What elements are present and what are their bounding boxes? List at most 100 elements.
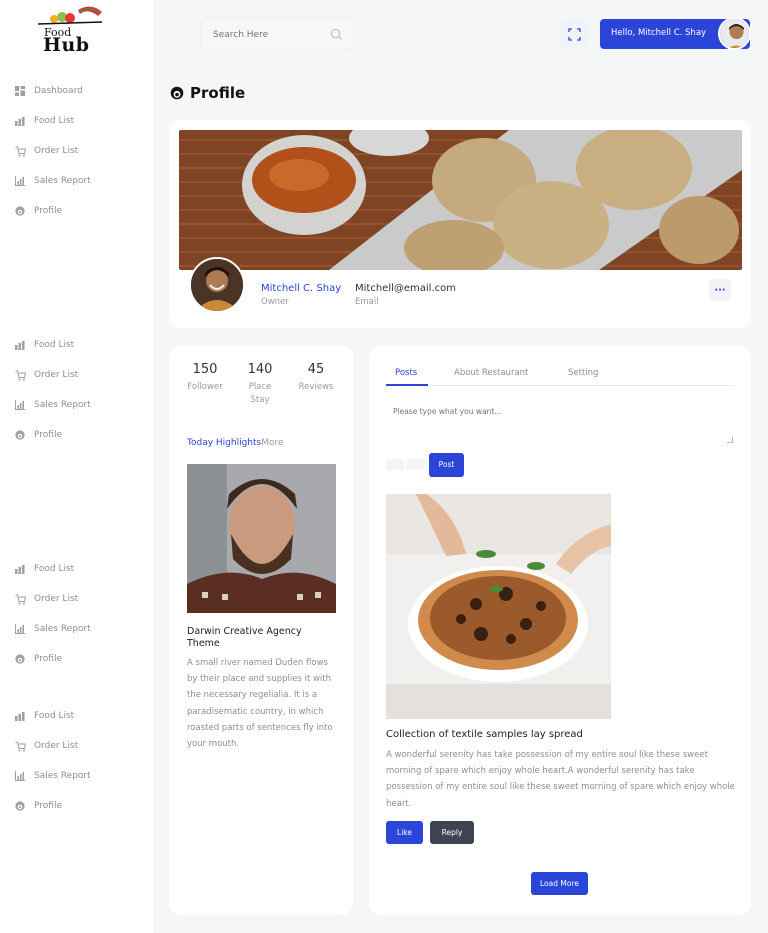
highlights-header: Today HighlightsMore (187, 438, 284, 448)
sidebar-item-order-list[interactable]: Order List (0, 360, 153, 390)
chart-icon (14, 623, 26, 635)
post-button[interactable]: Post (429, 453, 464, 477)
sidebar-item-label: Dashboard (34, 86, 83, 96)
sidebar-item-sales-report[interactable]: Sales Report (0, 390, 153, 420)
cart-icon (14, 593, 26, 605)
sidebar-item-profile[interactable]: Profile (0, 644, 153, 674)
bar-chart-icon (14, 710, 26, 722)
sidebar-item-order-list[interactable]: Order List (0, 731, 153, 761)
tab-setting[interactable]: Setting (568, 368, 598, 378)
profile-avatar[interactable] (189, 257, 245, 313)
sidebar-item-label: Profile (34, 430, 62, 440)
sidebar-item-food-list[interactable]: Food List (0, 330, 153, 360)
sidebar-item-label: Order List (34, 146, 79, 156)
stat-label: Reviews (298, 382, 334, 392)
sidebar-item-label: Order List (34, 741, 79, 751)
sidebar-item-order-list[interactable]: Order List (0, 136, 153, 166)
expand-icon (567, 27, 581, 41)
bar-chart-icon (14, 563, 26, 575)
sidebar-item-sales-report[interactable]: Sales Report (0, 166, 153, 196)
composer-option[interactable] (407, 459, 425, 470)
sidebar-item-label: Sales Report (34, 624, 91, 634)
stat-value: 150 (192, 362, 218, 377)
stat-place-stay: 140 Place Stay (240, 362, 280, 407)
active-tab-indicator (386, 384, 428, 386)
fullscreen-button[interactable] (559, 19, 589, 49)
sidebar-item-food-list[interactable]: Food List (0, 554, 153, 584)
highlight-heading: Darwin Creative Agency Theme (187, 626, 302, 649)
stat-label: Place Stay (248, 382, 272, 405)
search-input[interactable] (213, 27, 323, 43)
cart-icon (14, 145, 26, 157)
sidebar-item-label: Order List (34, 370, 79, 380)
stat-reviews: 45 Reviews (293, 362, 339, 394)
profile-name[interactable]: Mitchell C. Shay (261, 283, 341, 294)
bar-chart-icon (14, 115, 26, 127)
cover-image (179, 130, 742, 270)
profile-email: Mitchell@email.com (355, 283, 456, 294)
user-menu-button[interactable]: Hello, Mitchell C. Shay (600, 17, 751, 50)
highlights-more-link[interactable]: More (261, 438, 283, 448)
stat-value: 45 (307, 362, 325, 377)
sidebar-item-label: Food List (34, 340, 75, 350)
highlight-image (187, 464, 336, 613)
cart-icon (14, 740, 26, 752)
sidebar-item-food-list[interactable]: Food List (0, 701, 153, 731)
sidebar-menu-group: Food List Order List Sales Report Profile (0, 330, 153, 450)
sidebar-item-label: Food List (34, 711, 75, 721)
brand-line2: Hub (43, 34, 90, 56)
tab-about-restaurant[interactable]: About Restaurant (454, 368, 528, 378)
sidebar: Food Hub Dashboard Food List Order List Sal… (0, 0, 153, 933)
sidebar-item-sales-report[interactable]: Sales Report (0, 614, 153, 644)
like-button[interactable]: Like (386, 821, 423, 844)
sidebar-item-profile[interactable]: Profile (0, 196, 153, 226)
profile-icon (170, 86, 184, 100)
posts-card: Posts About Restaurant Setting Post (369, 345, 751, 915)
profile-icon (14, 205, 26, 217)
profile-icon (14, 800, 26, 812)
profile-role: Owner (261, 297, 289, 307)
more-options-button[interactable]: ··· (709, 279, 731, 301)
sidebar-item-order-list[interactable]: Order List (0, 584, 153, 614)
highlight-text: A small river named Duden flows by their… (187, 658, 333, 750)
sidebar-item-label: Food List (34, 564, 75, 574)
load-more-button[interactable]: Load More (531, 872, 588, 895)
user-avatar[interactable] (718, 17, 751, 50)
search-box (200, 18, 354, 50)
stat-value: 140 (247, 362, 273, 377)
fruit-logo-icon (37, 6, 103, 25)
sidebar-item-label: Profile (34, 801, 62, 811)
profile-email-label: Email (355, 297, 379, 307)
sidebar-item-profile[interactable]: Profile (0, 420, 153, 450)
highlights-title: Today Highlights (187, 438, 262, 448)
post-image (386, 494, 611, 719)
sidebar-item-dashboard[interactable]: Dashboard (0, 76, 153, 106)
search-icon[interactable] (330, 28, 343, 41)
sidebar-menu-group: Food List Order List Sales Report Profile (0, 554, 153, 674)
chart-icon (14, 175, 26, 187)
sidebar-item-label: Food List (34, 116, 75, 126)
composer-option[interactable] (386, 459, 404, 470)
profile-card: Mitchell C. Shay Owner Mitchell@email.co… (169, 120, 751, 328)
tab-posts[interactable]: Posts (395, 368, 417, 378)
sidebar-menu-group: Food List Order List Sales Report Profile (0, 701, 153, 821)
sidebar-item-food-list[interactable]: Food List (0, 106, 153, 136)
stats-card: 150 Follower 140 Place Stay 45 Reviews T… (169, 345, 353, 915)
bar-chart-icon (14, 339, 26, 351)
stat-followers: 150 Follower (183, 362, 227, 394)
sidebar-item-label: Sales Report (34, 771, 91, 781)
post-composer-input[interactable] (386, 397, 734, 447)
sidebar-item-sales-report[interactable]: Sales Report (0, 761, 153, 791)
cart-icon (14, 369, 26, 381)
resize-handle[interactable] (727, 437, 733, 443)
post-body: A wonderful serenity has take possession… (386, 750, 735, 809)
sidebar-item-label: Sales Report (34, 400, 91, 410)
sidebar-menu-group: Dashboard Food List Order List Sales Report… (0, 76, 153, 226)
sidebar-item-label: Profile (34, 654, 62, 664)
profile-icon (14, 653, 26, 665)
reply-button[interactable]: Reply (430, 821, 474, 844)
brand-logo[interactable]: Food Hub (36, 4, 106, 56)
sidebar-item-label: Sales Report (34, 176, 91, 186)
post-title: Collection of textile samples lay spread (386, 729, 583, 740)
sidebar-item-profile[interactable]: Profile (0, 791, 153, 821)
